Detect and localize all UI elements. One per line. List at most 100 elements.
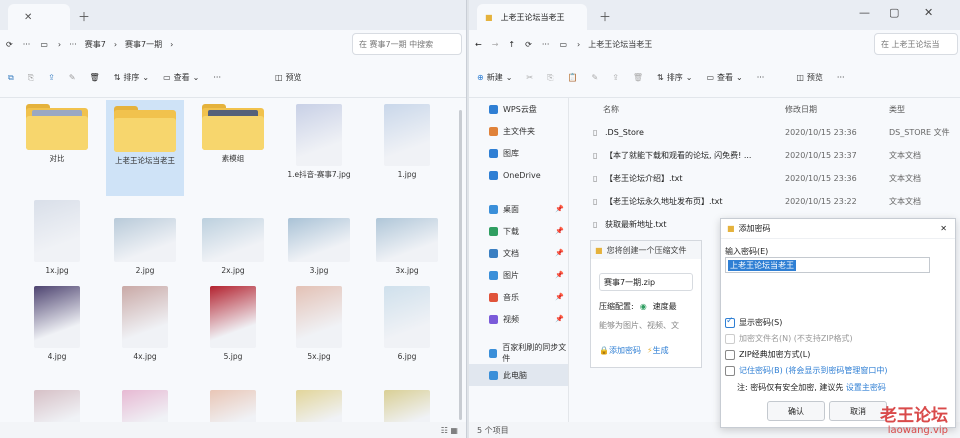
encrypt-names-checkbox[interactable]	[725, 333, 735, 344]
minimize-icon[interactable]: —	[859, 6, 870, 19]
file-row[interactable]: ▯ 【老王论坛介绍】.txt 2020/10/15 23:36 文本文档	[573, 167, 960, 190]
more-options-icon[interactable]: ···	[757, 73, 765, 82]
nav-item[interactable]: 图片 📌	[469, 264, 568, 286]
copy-icon[interactable]: ⎘	[547, 73, 553, 83]
vertical-scrollbar[interactable]	[459, 110, 462, 420]
folder-item[interactable]: 素模组	[194, 104, 272, 164]
file-row[interactable]: ▯ 【本了就能下载和观看的论坛, 闪免费! ... 2020/10/15 23:37…	[573, 144, 960, 167]
image-item[interactable]: 3.jpg	[280, 200, 358, 276]
pin-icon: 📌	[555, 249, 564, 257]
share-icon[interactable]: ⇪	[612, 73, 619, 82]
column-date[interactable]: 修改日期	[785, 104, 817, 115]
image-item[interactable]: 1x.jpg	[18, 200, 96, 276]
folder-item[interactable]: 上老王论坛当老王	[106, 100, 184, 196]
remember-checkbox[interactable]	[725, 365, 735, 376]
close-icon[interactable]: ✕	[924, 6, 933, 19]
nav-item[interactable]: OneDrive	[469, 164, 568, 186]
breadcrumb-item[interactable]: 赛事7一期	[125, 39, 162, 50]
nav-item[interactable]: 文档 📌	[469, 242, 568, 264]
new-tab-icon[interactable]: ＋	[599, 8, 611, 25]
rename-icon[interactable]: ✎	[69, 73, 76, 82]
cut-icon[interactable]: ⧉	[8, 73, 14, 83]
nav-item[interactable]: 主文件夹	[469, 120, 568, 142]
delete-icon[interactable]: 🗑	[633, 73, 643, 82]
folder-item[interactable]: 对比	[18, 104, 96, 164]
encrypt-names-option[interactable]: 加密文件名(N) (不支持ZIP格式)	[725, 333, 853, 344]
more-options-icon[interactable]: ···	[837, 73, 845, 82]
rename-icon[interactable]: ✎	[591, 73, 598, 82]
sort-icon: ⇅	[657, 73, 664, 82]
file-icon: ▯	[593, 151, 598, 160]
breadcrumb-item[interactable]: 赛事7	[85, 39, 106, 50]
cut-icon[interactable]: ✂	[526, 73, 533, 82]
up-icon[interactable]: ↑	[508, 40, 515, 49]
image-item[interactable]: 2x.jpg	[194, 200, 272, 276]
zip-legacy-option[interactable]: ZIP经典加密方式(L)	[725, 349, 810, 360]
zip-filename-field[interactable]: 赛事7一期.zip	[599, 273, 693, 291]
radio-selected-icon[interactable]: ◉	[640, 302, 647, 311]
file-row[interactable]: ▯ .DS_Store 2020/10/15 23:36 DS_STORE 文件	[573, 121, 960, 144]
close-icon[interactable]: ✕	[940, 224, 947, 233]
image-item[interactable]: 2.jpg	[106, 200, 184, 276]
cancel-button[interactable]: 取消	[829, 401, 887, 421]
remember-option[interactable]: 记住密码(B) (将会显示到密码管理窗口中)	[725, 365, 888, 376]
image-item[interactable]: 4.jpg	[18, 286, 96, 362]
right-tab[interactable]: ■ 上老王论坛当老王	[477, 4, 587, 30]
sort-button[interactable]: ⇅ 排序 ⌄	[114, 72, 149, 83]
refresh-icon[interactable]: ⟳	[6, 40, 13, 49]
preview-pane-button[interactable]: ◫ 预览	[796, 72, 823, 83]
show-password-option[interactable]: 显示密码(S)	[725, 316, 782, 328]
maximize-icon[interactable]: ▢	[889, 6, 899, 19]
preview-pane-button[interactable]: ◫ 预览	[275, 72, 302, 83]
image-item[interactable]: 5.jpg	[194, 286, 272, 362]
image-item[interactable]: 5x.jpg	[280, 286, 358, 362]
close-tab-icon[interactable]: ✕	[24, 12, 32, 23]
nav-item[interactable]: 视频 📌	[469, 308, 568, 330]
sort-button[interactable]: ⇅ 排序 ⌄	[657, 72, 692, 83]
column-name[interactable]: 名称	[603, 104, 619, 115]
add-password-link[interactable]: 🔒添加密码	[599, 345, 641, 356]
delete-icon[interactable]: 🗑	[90, 73, 100, 82]
image-item[interactable]: 1.jpg	[368, 104, 446, 180]
view-button[interactable]: ▭ 查看 ⌄	[163, 72, 199, 83]
search-input[interactable]: 在 赛事7一期 中搜索	[352, 33, 462, 55]
nav-item[interactable]: 音乐 📌	[469, 286, 568, 308]
nav-item[interactable]: 桌面 📌	[469, 198, 568, 220]
nav-item[interactable]: 下载 📌	[469, 220, 568, 242]
master-password-link[interactable]: 设置主密码	[846, 383, 886, 392]
copy-icon[interactable]: ⎘	[28, 73, 34, 83]
details-view-icon[interactable]: ☷ ▦	[441, 426, 458, 435]
left-tab[interactable]: ✕	[8, 4, 70, 30]
paste-icon[interactable]: 📋	[568, 73, 578, 82]
column-type[interactable]: 类型	[889, 104, 905, 115]
nav-item[interactable]: 此电脑	[469, 364, 568, 386]
zip-legacy-checkbox[interactable]	[725, 349, 735, 360]
nav-item[interactable]: WPS云盘	[469, 98, 568, 120]
share-icon[interactable]: ⇪	[48, 73, 55, 82]
image-item[interactable]: 3x.jpg	[368, 200, 446, 276]
more-icon[interactable]: ···	[542, 40, 550, 49]
more-options-icon[interactable]: ···	[213, 73, 221, 82]
breadcrumb-item[interactable]: 上老王论坛当老王	[588, 39, 652, 50]
forward-icon[interactable]: →	[492, 40, 499, 49]
ok-button[interactable]: 确认	[767, 401, 825, 421]
new-button[interactable]: ⊕ 新建 ⌄	[477, 72, 512, 83]
ellipsis-icon[interactable]: ···	[69, 40, 77, 49]
view-icon: ▭	[163, 73, 171, 82]
image-item[interactable]: 4x.jpg	[106, 286, 184, 362]
more-icon[interactable]: ···	[23, 40, 31, 49]
refresh-icon[interactable]: ⟳	[525, 40, 532, 49]
lock-icon: 🔒	[599, 346, 609, 355]
password-input[interactable]: 上老王论坛当老王	[725, 257, 930, 273]
nav-item[interactable]: 图库	[469, 142, 568, 164]
back-icon[interactable]: ←	[475, 40, 482, 49]
image-item[interactable]: 1.e抖音-赛事7.jpg	[280, 104, 358, 180]
generate-link[interactable]: ⚡生成	[647, 345, 669, 356]
view-button[interactable]: ▭ 查看 ⌄	[706, 72, 742, 83]
file-row[interactable]: ▯ 【老王论坛永久地址发布页】.txt 2020/10/15 23:22 文本文档	[573, 190, 960, 213]
nav-item[interactable]: 百家利刷的同步文件	[469, 342, 568, 364]
show-password-checkbox[interactable]	[725, 316, 735, 328]
image-item[interactable]: 6.jpg	[368, 286, 446, 362]
new-tab-icon[interactable]: ＋	[78, 8, 90, 25]
search-input[interactable]: 在 上老王论坛当	[874, 33, 958, 55]
